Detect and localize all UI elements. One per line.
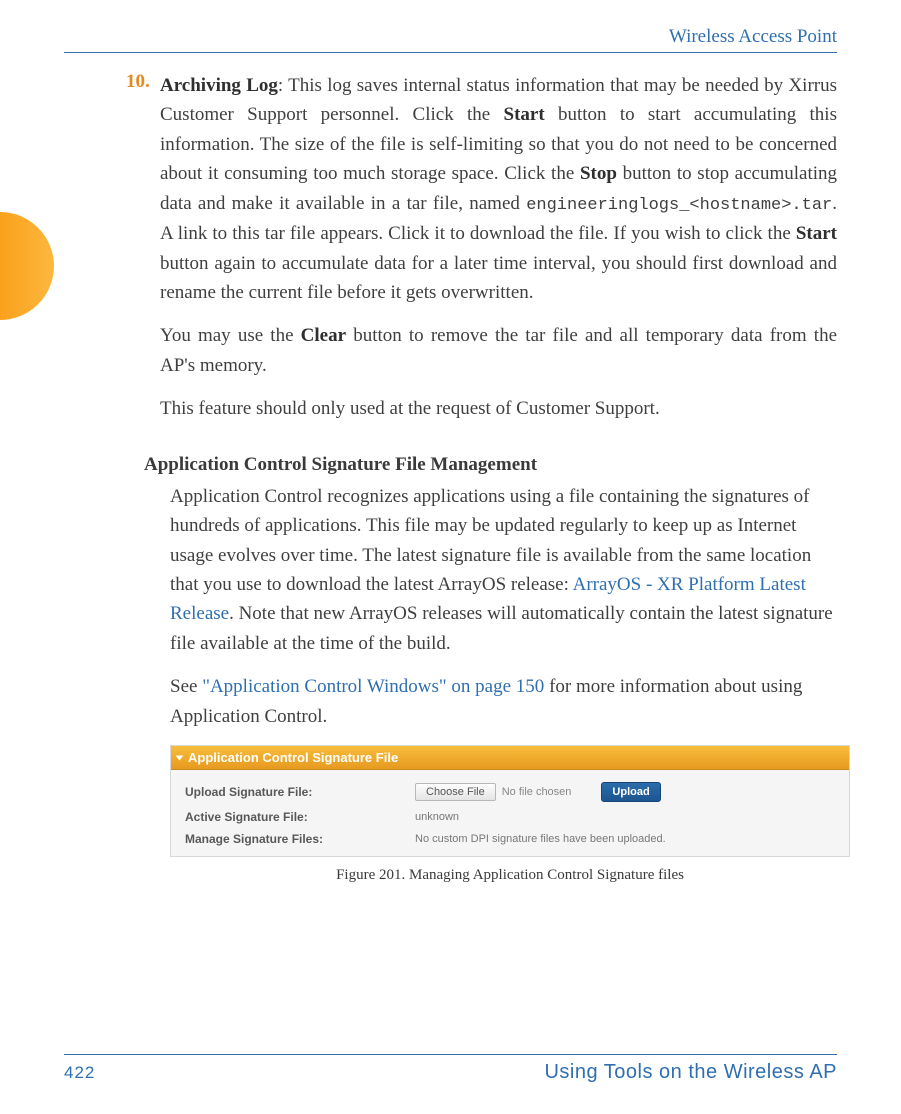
link-appcontrol-windows[interactable]: "Application Control Windows" on page 15… — [202, 676, 544, 697]
row-upload: Upload Signature File: Choose File No fi… — [185, 782, 835, 802]
choose-file-button[interactable]: Choose File — [415, 783, 496, 801]
page-number: 422 — [64, 1063, 95, 1083]
item10-paragraph-2: You may use the Clear button to remove t… — [160, 321, 837, 380]
figure-201: Application Control Signature File Uploa… — [170, 745, 850, 884]
item10-paragraph-3: This feature should only used at the req… — [160, 394, 837, 423]
stop-button-ref: Stop — [580, 163, 617, 184]
collapse-triangle-icon — [176, 755, 184, 760]
list-item-10: 10. Archiving Log: This log saves intern… — [126, 71, 837, 438]
section-paragraph-1: Application Control recognizes applicati… — [170, 482, 837, 659]
list-number: 10. — [126, 71, 160, 438]
appcontrol-signature-panel: Application Control Signature File Uploa… — [170, 745, 850, 857]
figure-caption: Figure 201. Managing Application Control… — [170, 867, 850, 884]
panel-header[interactable]: Application Control Signature File — [171, 746, 849, 770]
label-upload-signature: Upload Signature File: — [185, 785, 415, 799]
section-paragraph-2: See "Application Control Windows" on pag… — [170, 672, 837, 731]
row-active: Active Signature File: unknown — [185, 810, 835, 824]
value-active-signature: unknown — [415, 811, 459, 823]
section-heading-appcontrol: Application Control Signature File Manag… — [144, 454, 837, 476]
value-manage-signature: No custom DPI signature files have been … — [415, 833, 666, 845]
tar-filename: engineeringlogs_<hostname>.tar — [526, 196, 832, 215]
upload-button[interactable]: Upload — [601, 782, 660, 802]
row-manage: Manage Signature Files: No custom DPI si… — [185, 832, 835, 846]
footer-section-title: Using Tools on the Wireless AP — [544, 1061, 837, 1084]
label-active-signature: Active Signature File: — [185, 810, 415, 824]
page-footer: 422 Using Tools on the Wireless AP — [64, 1054, 837, 1084]
clear-button-ref: Clear — [301, 325, 346, 346]
panel-title: Application Control Signature File — [188, 750, 398, 765]
header-rule — [64, 52, 837, 53]
label-manage-signature: Manage Signature Files: — [185, 832, 415, 846]
item10-paragraph-1: Archiving Log: This log saves internal s… — [160, 71, 837, 307]
file-chosen-status: No file chosen — [502, 786, 572, 798]
start-button-ref: Start — [504, 104, 545, 125]
item10-title: Archiving Log — [160, 75, 278, 96]
footer-rule — [64, 1054, 837, 1055]
start-button-ref-2: Start — [796, 223, 837, 244]
running-header: Wireless Access Point — [64, 26, 837, 48]
